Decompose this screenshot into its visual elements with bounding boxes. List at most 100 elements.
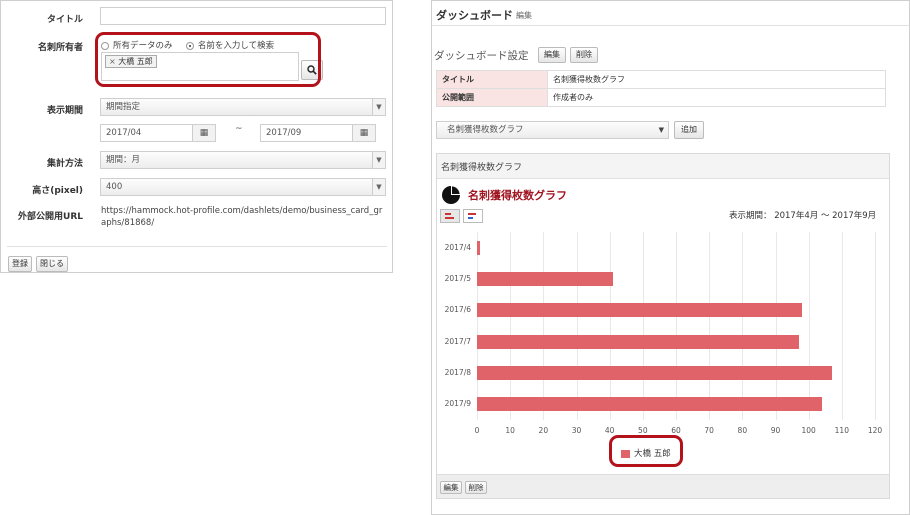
- grid-line: [543, 232, 545, 420]
- chevron-down-icon: ▼: [658, 126, 664, 134]
- chart-bar-toggle[interactable]: [440, 209, 460, 223]
- y-tick-label: 2017/9: [444, 399, 471, 409]
- y-tick-label: 2017/6: [444, 305, 471, 315]
- x-tick-label: 50: [638, 426, 648, 435]
- x-tick-label: 110: [834, 426, 849, 435]
- grid-line: [576, 232, 578, 420]
- public-url-label: 外部公開用URL: [18, 212, 83, 222]
- period-select-value: 期間指定: [106, 102, 141, 112]
- settings-value: 作成者のみ: [547, 88, 886, 107]
- settings-value: 名刺獲得枚数グラフ: [547, 70, 886, 89]
- aggregation-select-value: 期間：月: [106, 155, 141, 165]
- add-button[interactable]: 追加: [674, 121, 704, 139]
- x-tick-label: 30: [571, 426, 582, 435]
- settings-key: タイトル: [436, 70, 548, 89]
- height-select[interactable]: 400 ▼: [100, 178, 386, 196]
- date-to-input[interactable]: 2017/09 ▦: [260, 124, 376, 142]
- grid-line: [609, 232, 611, 420]
- grid-line: [510, 232, 512, 420]
- x-tick-label: 60: [671, 426, 681, 435]
- grid-line: [709, 232, 711, 420]
- chart-title: 名刺獲得枚数グラフ: [468, 189, 567, 202]
- grid-line: [775, 232, 777, 420]
- date-from-value: 2017/04: [106, 128, 142, 138]
- grid-line: [477, 232, 478, 420]
- calendar-icon[interactable]: ▦: [192, 125, 215, 141]
- form-divider: [7, 246, 387, 247]
- header-divider: [432, 25, 909, 26]
- x-tick-label: 0: [474, 426, 480, 435]
- public-url-value[interactable]: https://hammock.hot-profile.com/dashlets…: [101, 205, 387, 229]
- x-tick-label: 120: [867, 426, 883, 435]
- dashboard-panel: ダッシュボード 編集 ダッシュボード設定 編集 削除 タイトル 名刺獲得枚数グラ…: [431, 0, 910, 515]
- height-select-value: 400: [106, 182, 123, 192]
- grid-line: [642, 232, 644, 420]
- dashboard-title: ダッシュボード: [436, 9, 513, 22]
- settings-edit-button[interactable]: 編集: [538, 47, 566, 63]
- dashlet-footer: 編集 削除: [437, 474, 889, 498]
- x-tick-label: 10: [505, 426, 515, 435]
- chevron-down-icon: ▼: [372, 152, 385, 168]
- x-tick-label: 100: [801, 426, 816, 435]
- chevron-down-icon: ▼: [372, 179, 385, 195]
- grid-line: [875, 232, 876, 420]
- date-from-input[interactable]: 2017/04 ▦: [100, 124, 216, 142]
- dashlet-header-title: 名刺獲得枚数グラフ: [441, 163, 523, 173]
- title-label: タイトル: [46, 15, 83, 25]
- graph-select[interactable]: 名刺獲得枚数グラフ ▼: [436, 121, 669, 139]
- x-tick-label: 90: [770, 426, 781, 435]
- bar-plot: 0 10 20 30 40 50 60 70 80 90 100 110 120 2017/4 2017/5…: [445, 232, 882, 437]
- height-label: 高さ(pixel): [32, 186, 83, 196]
- x-tick-label: 40: [604, 426, 615, 435]
- grid-line: [808, 232, 810, 420]
- settings-title: ダッシュボード設定: [434, 50, 529, 62]
- close-button[interactable]: 閉じる: [36, 256, 68, 272]
- y-tick-label: 2017/4: [444, 242, 471, 252]
- pie-chart-icon: [442, 186, 460, 204]
- bar-chart-icon: [445, 213, 454, 219]
- register-button[interactable]: 登録: [8, 256, 32, 272]
- bar[interactable]: [477, 397, 822, 412]
- grid-line: [676, 232, 677, 420]
- x-tick-label: 20: [538, 426, 549, 435]
- dashlet-card: 名刺獲得枚数グラフ 名刺獲得枚数グラフ 表示期間： 2017年4月 ～ 2017…: [436, 153, 890, 499]
- x-tick-label: 70: [704, 426, 714, 435]
- calendar-icon[interactable]: ▦: [352, 125, 375, 141]
- bar[interactable]: [477, 240, 481, 255]
- chart-stacked-toggle[interactable]: [463, 209, 483, 223]
- settings-table: タイトル 名刺獲得枚数グラフ 公開範囲 作成者のみ: [436, 70, 886, 107]
- settings-row: タイトル 名刺獲得枚数グラフ: [436, 70, 886, 89]
- bar[interactable]: [477, 334, 799, 349]
- settings-row: 公開範囲 作成者のみ: [436, 88, 886, 107]
- dashlet-edit-button[interactable]: 編集: [440, 481, 462, 494]
- stacked-bar-icon: [468, 213, 476, 219]
- owner-label: 名刺所有者: [37, 43, 83, 53]
- y-tick-label: 2017/8: [444, 368, 471, 377]
- settings-delete-button[interactable]: 削除: [570, 47, 598, 63]
- period-select[interactable]: 期間指定 ▼: [100, 98, 386, 116]
- date-separator: ~: [235, 124, 243, 134]
- y-tick-label: 2017/7: [444, 336, 471, 346]
- x-tick-label: 80: [737, 426, 748, 435]
- grid-line: [841, 232, 843, 420]
- title-input[interactable]: [100, 7, 386, 25]
- bar[interactable]: [477, 366, 832, 380]
- aggregation-label: 集計方法: [46, 159, 83, 169]
- date-to-value: 2017/09: [266, 128, 302, 138]
- graph-select-value: 名刺獲得枚数グラフ: [447, 125, 524, 135]
- chart-area: 名刺獲得枚数グラフ 表示期間： 2017年4月 ～ 2017年9月 0 10 20 3…: [437, 178, 889, 474]
- y-tick-label: 2017/5: [444, 274, 471, 283]
- period-label: 表示期間: [46, 106, 83, 116]
- owner-highlight-box: [95, 32, 321, 87]
- bar[interactable]: [477, 272, 613, 286]
- period-text: 表示期間： 2017年4月 ～ 2017年9月: [729, 211, 877, 221]
- chevron-down-icon: ▼: [372, 99, 385, 115]
- bar[interactable]: [477, 303, 803, 318]
- legend-highlight-box: [609, 435, 683, 467]
- aggregation-select[interactable]: 期間：月 ▼: [100, 151, 386, 169]
- dashlet-delete-button[interactable]: 削除: [465, 481, 487, 494]
- settings-key: 公開範囲: [436, 88, 548, 107]
- dashlet-form-panel: タイトル 名刺所有者 所有データのみ 名前を入力して検索 × 大橋 五郎 表示期…: [0, 0, 393, 273]
- dashboard-edit-link[interactable]: 編集: [516, 10, 532, 21]
- grid-line: [742, 232, 744, 420]
